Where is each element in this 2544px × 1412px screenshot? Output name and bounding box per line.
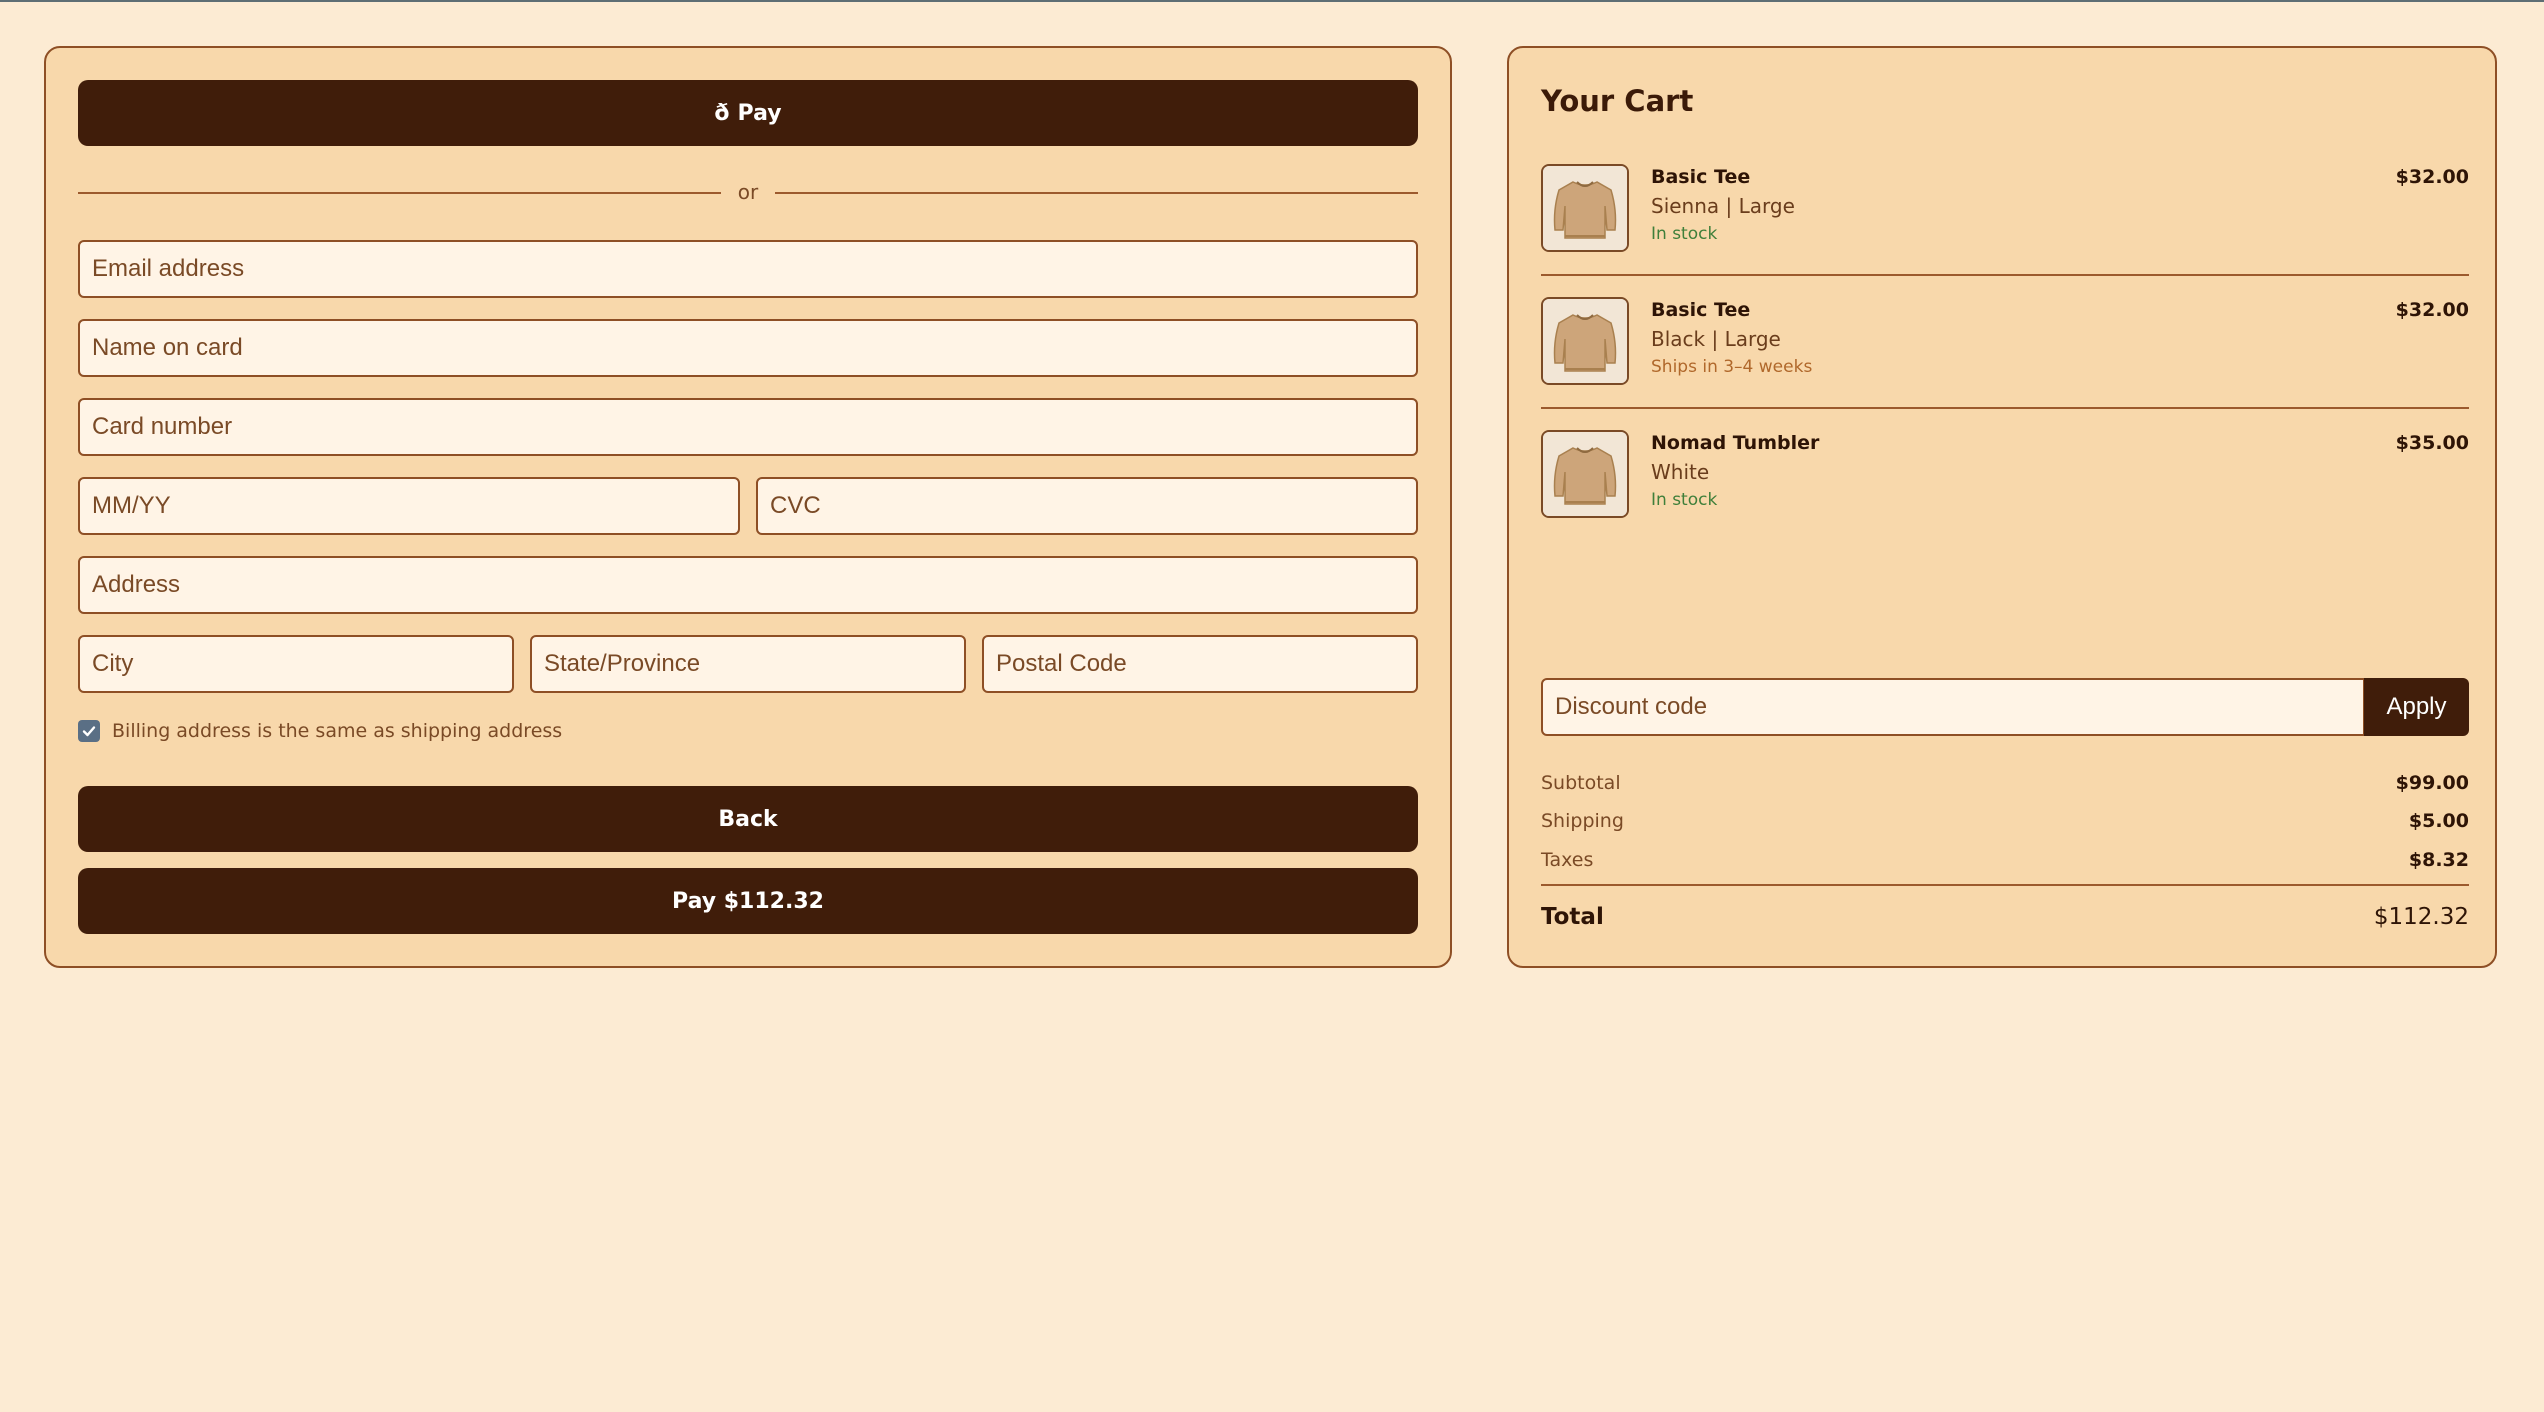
apple-logo-icon: ð [714,100,730,126]
total-value: $112.32 [2373,904,2469,930]
billing-same-label: Billing address is the same as shipping … [112,720,563,742]
or-divider: or [78,178,1418,208]
cart-title: Your Cart [1541,84,1694,118]
cart-item: Basic Tee Black | Large Ships in 3–4 wee… [1541,297,2469,409]
item-variant: White [1651,460,1710,484]
summary-taxes: Taxes $8.32 [1541,849,2469,877]
apple-pay-button[interactable]: ð Pay [78,80,1418,146]
item-divider [1541,407,2469,409]
card-number-field[interactable] [78,398,1418,456]
checkmark-icon [82,726,96,737]
email-field[interactable] [78,240,1418,298]
item-price: $35.00 [2395,432,2469,454]
taxes-label: Taxes [1541,849,1594,871]
discount-code-input[interactable] [1541,678,2365,736]
billing-same-row: Billing address is the same as shipping … [78,716,562,746]
shipping-label: Shipping [1541,810,1624,832]
item-variant: Black | Large [1651,327,1781,351]
window-top-border [0,0,2544,2]
subtotal-value: $99.00 [2395,772,2469,794]
item-stock-status: In stock [1651,490,1718,510]
sweater-image [1541,164,1629,252]
summary-subtotal: Subtotal $99.00 [1541,772,2469,800]
item-stock-status: In stock [1651,224,1718,244]
apple-pay-label: Pay [737,100,782,126]
billing-same-checkbox[interactable] [78,720,100,742]
cvc-field[interactable] [756,477,1418,535]
item-price: $32.00 [2395,299,2469,321]
pay-button[interactable]: Pay $112.32 [78,868,1418,934]
taxes-value: $8.32 [2408,849,2469,871]
city-field[interactable] [78,635,514,693]
item-name: Basic Tee [1651,166,1751,188]
item-variant: Sienna | Large [1651,194,1795,218]
item-price: $32.00 [2395,166,2469,188]
name-on-card-field[interactable] [78,319,1418,377]
back-button[interactable]: Back [78,786,1418,852]
sweater-image [1541,297,1629,385]
cart-panel: Your Cart Basic Tee Sienna | Large In st… [1507,46,2497,968]
postal-code-field[interactable] [982,635,1418,693]
address-field[interactable] [78,556,1418,614]
summary-total: Total $112.32 [1541,904,2469,932]
item-divider [1541,274,2469,276]
summary-shipping: Shipping $5.00 [1541,810,2469,838]
item-name: Basic Tee [1651,299,1751,321]
subtotal-label: Subtotal [1541,772,1621,794]
total-divider [1541,884,2469,886]
expiry-field[interactable] [78,477,740,535]
sweater-image [1541,430,1629,518]
total-label: Total [1541,904,1604,930]
checkout-form-panel: ð Pay or Billing address is the same as … [44,46,1452,968]
shipping-value: $5.00 [2408,810,2469,832]
cart-item: Basic Tee Sienna | Large In stock $32.00 [1541,164,2469,276]
state-province-field[interactable] [530,635,966,693]
item-name: Nomad Tumbler [1651,432,1820,454]
cart-item: Nomad Tumbler White In stock $35.00 [1541,430,2469,542]
item-stock-status: Ships in 3–4 weeks [1651,357,1813,377]
divider-line-right [775,192,1418,194]
apply-discount-button[interactable]: Apply [2364,678,2469,736]
